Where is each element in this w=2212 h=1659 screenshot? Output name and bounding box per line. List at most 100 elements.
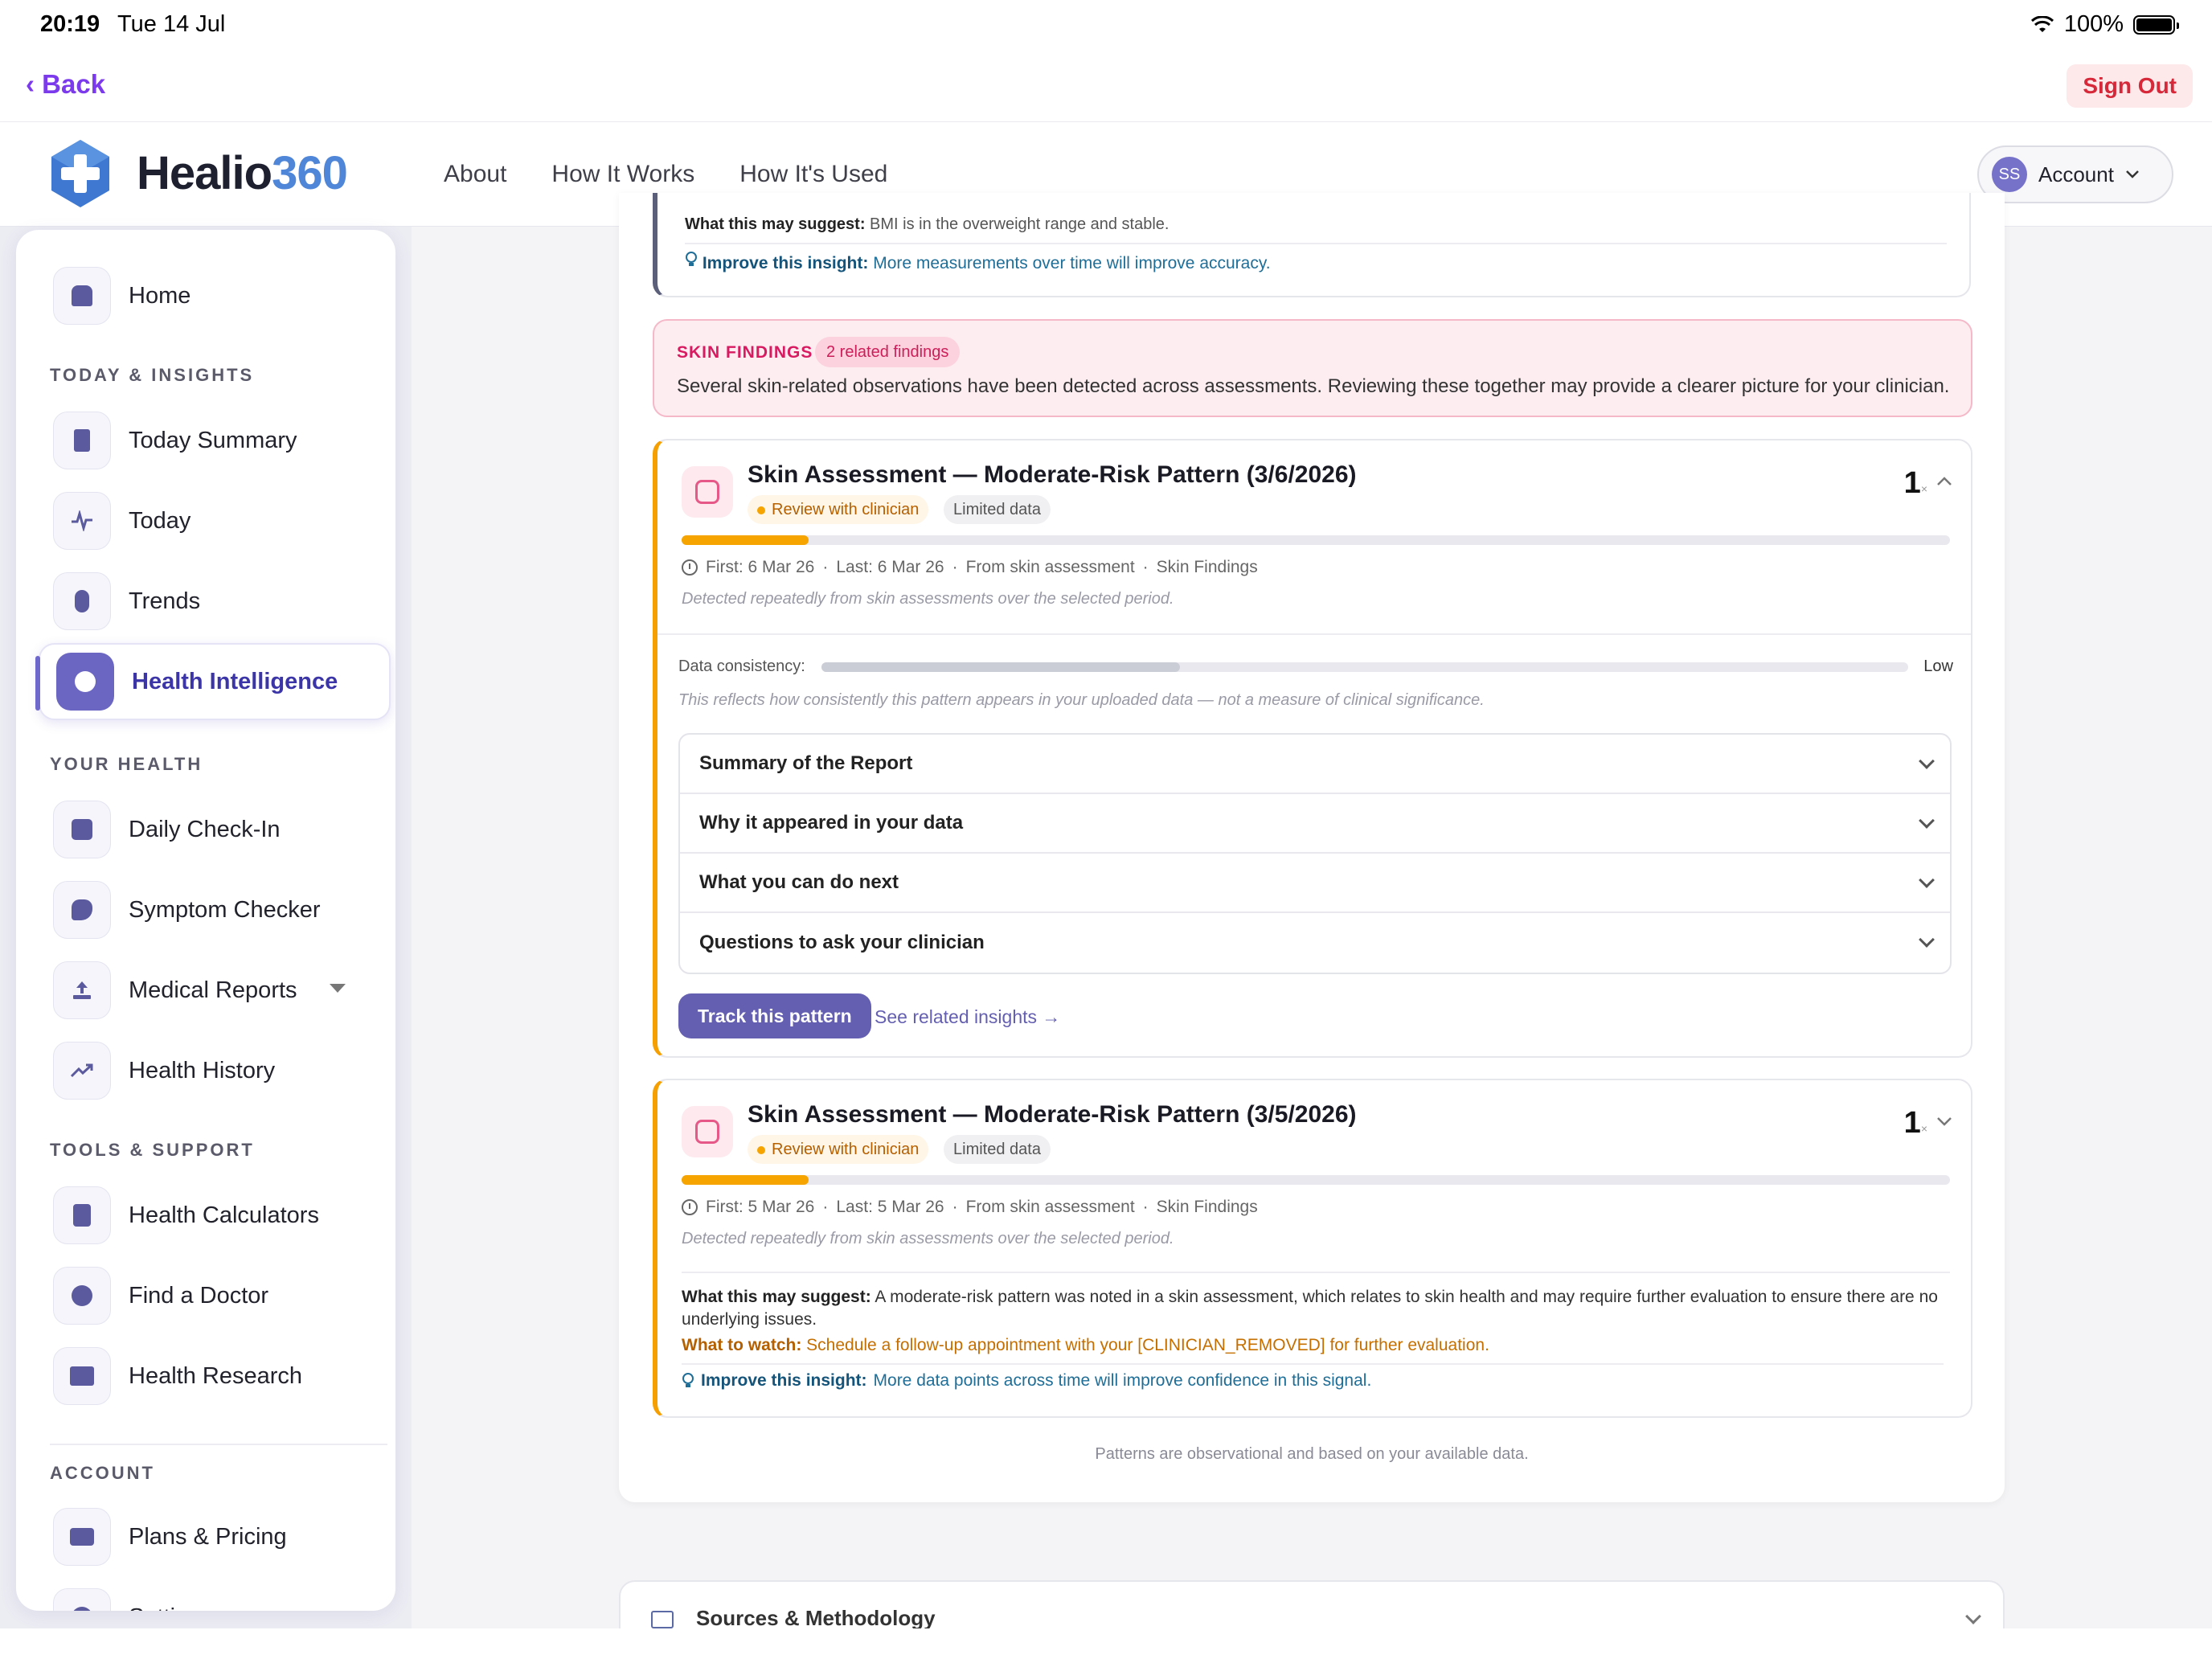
chevron-up-icon[interactable] (1936, 476, 1953, 487)
trends-icon (53, 572, 111, 630)
sidebar-item-today[interactable]: Today (53, 490, 391, 551)
book-icon (53, 1347, 111, 1405)
search-icon (53, 1267, 111, 1325)
sidebar-item-label: Symptom Checker (129, 896, 321, 923)
nav-link-how-its-used[interactable]: How It's Used (739, 161, 887, 188)
pattern-title: Skin Assessment — Moderate-Risk Pattern … (748, 461, 1357, 488)
meta-separator: · (952, 558, 958, 576)
occurrence-count: 1× (1903, 466, 1927, 500)
card-divider (685, 243, 1947, 244)
track-pattern-button[interactable]: Track this pattern (678, 993, 871, 1038)
sidebar-item-health-calculators[interactable]: Health Calculators (53, 1185, 391, 1246)
sidebar-item-health-history[interactable]: Health History (53, 1040, 391, 1101)
chevron-down-icon[interactable] (1936, 1116, 1953, 1127)
sidebar-item-label: Health Calculators (129, 1202, 319, 1228)
home-icon (53, 267, 111, 325)
pattern-card-expanded: Skin Assessment — Moderate-Risk Pattern … (653, 439, 1972, 1058)
improve-insight: Improve this insight: More data points a… (682, 1371, 1371, 1391)
credit-card-icon (53, 1508, 111, 1566)
gear-icon (53, 1588, 111, 1611)
what-to-watch: What to watch: Schedule a follow-up appo… (682, 1336, 1489, 1354)
status-time: 20:19 (40, 11, 100, 37)
accordion-summary[interactable]: Summary of the Report (680, 735, 1950, 794)
status-right: 100% (2030, 11, 2179, 38)
sidebar-item-home[interactable]: Home (53, 265, 391, 326)
meta-separator: · (822, 1198, 829, 1216)
stethoscope-icon (53, 881, 111, 939)
sidebar-item-symptom-checker[interactable]: Symptom Checker (53, 879, 391, 940)
pattern-strength-fill (682, 1175, 809, 1185)
sidebar-item-medical-reports[interactable]: Medical Reports (53, 960, 391, 1021)
sidebar-item-health-intelligence[interactable]: Health Intelligence (35, 643, 391, 720)
clock-icon (682, 1199, 698, 1215)
last-date: Last: 6 Mar 26 (836, 558, 944, 576)
calculator-icon (53, 1186, 111, 1244)
category-label: Skin Findings (1156, 1198, 1258, 1216)
account-menu-button[interactable]: SS Account (1977, 145, 2173, 203)
first-date: First: 6 Mar 26 (706, 558, 815, 576)
sidebar-item-settings[interactable]: Setti... (53, 1587, 391, 1611)
sidebar-item-today-summary[interactable]: Today Summary (53, 410, 391, 471)
status-bar: 20:19 Tue 14 Jul 100% (0, 0, 2212, 56)
see-related-insights-link[interactable]: See related insights → (875, 1006, 1060, 1028)
section-account: ACCOUNT (50, 1463, 155, 1483)
accordion-questions[interactable]: Questions to ask your clinician (680, 913, 1950, 973)
first-date: First: 5 Mar 26 (706, 1198, 815, 1216)
accordion-why-appeared[interactable]: Why it appeared in your data (680, 794, 1950, 854)
sources-label: Sources & Methodology (696, 1606, 936, 1630)
chevron-down-icon (1919, 813, 1935, 829)
occurrence-count: 1× (1903, 1106, 1927, 1140)
sidebar-item-label: Setti... (129, 1604, 195, 1612)
section-today-insights: TODAY & INSIGHTS (50, 365, 255, 385)
pattern-card-collapsed: Skin Assessment — Moderate-Risk Pattern … (653, 1079, 1972, 1418)
pattern-meta: First: 6 Mar 26 · Last: 6 Mar 26 · From … (682, 558, 1258, 577)
face-scan-icon (682, 466, 733, 518)
sidebar-item-plans-pricing[interactable]: Plans & Pricing (53, 1506, 391, 1567)
active-indicator (35, 656, 40, 711)
book-icon (651, 1611, 674, 1628)
skin-findings-title: SKIN FINDINGS (677, 343, 813, 362)
pattern-suggestion: What this may suggest: A moderate-risk p… (682, 1288, 1938, 1329)
bmi-pattern-card: What this may suggest: BMI is in the ove… (653, 193, 1971, 297)
sidebar-item-label: Daily Check-In (129, 816, 281, 842)
review-badge: Review with clinician (748, 495, 929, 524)
clock-icon (682, 559, 698, 576)
lightbulb-icon (682, 1373, 694, 1387)
lightbulb-icon (686, 252, 697, 266)
pattern-strength-fill (682, 535, 809, 545)
sidebar-item-label: Health Intelligence (132, 668, 338, 694)
sidebar: Home TODAY & INSIGHTS Today Summary Toda… (16, 230, 395, 1611)
pattern-note: Detected repeatedly from skin assessment… (682, 1230, 1174, 1247)
card-divider (682, 1363, 1944, 1365)
chevron-down-icon (1919, 932, 1935, 948)
consistency-level: Low (1923, 657, 1953, 675)
sidebar-item-find-doctor[interactable]: Find a Doctor (53, 1265, 391, 1326)
sidebar-item-label: Home (129, 282, 191, 309)
nav-link-about[interactable]: About (444, 161, 506, 188)
sidebar-item-label: Health Research (129, 1362, 302, 1389)
sidebar-item-label: Plans & Pricing (129, 1523, 287, 1550)
chevron-down-icon (2126, 170, 2139, 178)
chevron-down-icon (1919, 753, 1935, 769)
chevron-down-icon (1965, 1608, 1981, 1624)
source-label: From skin assessment (965, 558, 1135, 576)
brand-name[interactable]: Healio360 (137, 146, 348, 200)
consistency-label: Data consistency: (678, 657, 805, 675)
healio-logo-icon[interactable] (45, 138, 116, 209)
battery-percent: 100% (2063, 11, 2124, 37)
brain-icon (56, 653, 114, 711)
sidebar-item-trends[interactable]: Trends (53, 571, 391, 632)
nav-link-how-it-works[interactable]: How It Works (551, 161, 694, 188)
expand-caret-icon[interactable] (330, 984, 346, 993)
related-findings-pill[interactable]: 2 related findings (815, 337, 961, 367)
face-scan-icon (682, 1106, 733, 1157)
sidebar-item-daily-checkin[interactable]: Daily Check-In (53, 799, 391, 860)
back-button[interactable]: ‹ Back (26, 69, 105, 100)
wifi-icon (2030, 15, 2054, 32)
sidebar-item-health-research[interactable]: Health Research (53, 1346, 391, 1407)
sidebar-item-label: Trends (129, 588, 201, 614)
card-divider (682, 1272, 1950, 1273)
patterns-footnote: Patterns are observational and based on … (1095, 1445, 1529, 1463)
accordion-what-next[interactable]: What you can do next (680, 854, 1950, 913)
sign-out-button[interactable]: Sign Out (2067, 64, 2193, 108)
